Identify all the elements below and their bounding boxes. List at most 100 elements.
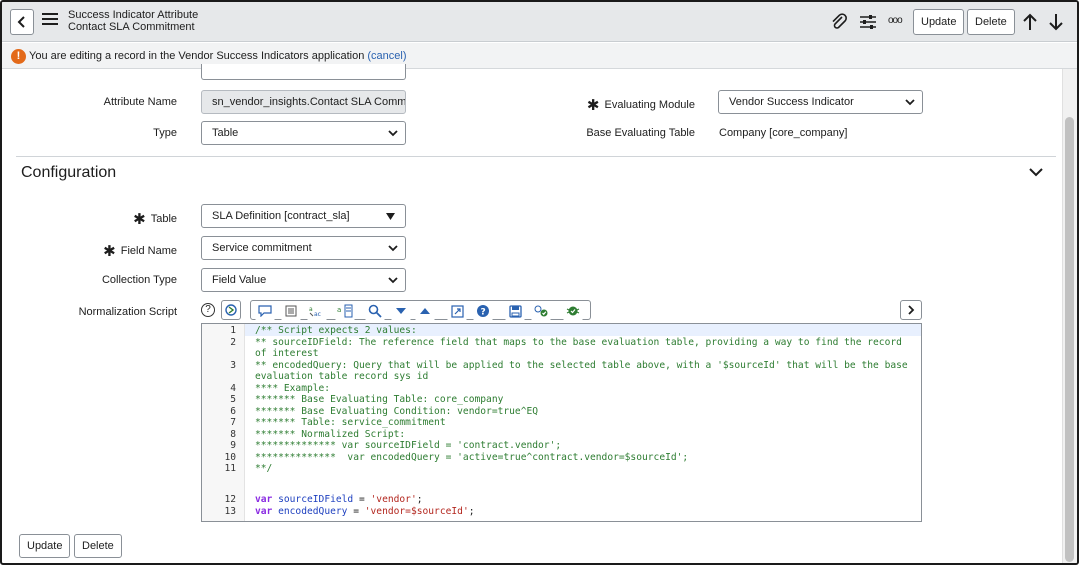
evaluating-module-label: ✱ Evaluating Module [586, 97, 695, 114]
arrow-down-icon[interactable] [1049, 13, 1063, 31]
code-text: evaluation table record sys id [255, 371, 429, 382]
search-button[interactable] [365, 301, 385, 321]
replace-all-icon: a [337, 304, 353, 318]
attribute-name-label: Attribute Name [103, 96, 177, 108]
comment-button[interactable] [255, 301, 275, 321]
chevron-down-icon [388, 277, 398, 284]
script-help-button[interactable]: ? [473, 301, 493, 321]
line-number: 2 [230, 336, 236, 348]
script-debugger-button[interactable] [531, 301, 551, 321]
banner-text: You are editing a record in the Vendor S… [29, 50, 365, 62]
footer-delete-button[interactable]: Delete [74, 534, 122, 558]
code-text: **/ [255, 463, 273, 474]
script-editor[interactable]: 1 /** Script expects 2 values: 2 ** sourceI… [201, 323, 922, 522]
fullscreen-button[interactable] [447, 301, 467, 321]
arrow-up-icon[interactable] [1023, 13, 1037, 31]
record-header: Success Indicator Attribute Contact SLA … [2, 2, 1077, 42]
code-text: ******* Base Evaluating Condition: vendo… [255, 405, 539, 417]
line-number: 1 [230, 325, 236, 336]
svg-text:ac: ac [314, 311, 321, 317]
header-update-button[interactable]: Update [913, 9, 965, 35]
format-code-icon [285, 305, 297, 317]
header-delete-button[interactable]: Delete [967, 9, 1015, 35]
cancel-link[interactable]: (cancel) [367, 50, 406, 62]
line-number: 5 [230, 394, 236, 405]
section-divider [16, 156, 1056, 157]
field-name-label: ✱ Field Name [103, 243, 177, 260]
record-title-line2: Contact SLA Commitment [68, 21, 195, 33]
attribute-name-field: sn_vendor_insights.Contact SLA Commitme [201, 90, 406, 114]
line-number: 3 [230, 359, 236, 371]
caret-down-icon [386, 213, 395, 220]
syntax-refresh-icon [225, 304, 237, 316]
chevron-right-icon [908, 305, 915, 315]
more-options-icon[interactable]: ooo [888, 15, 903, 26]
find-previous-button[interactable] [415, 301, 435, 321]
base-evaluating-table-value: Company [core_company] [719, 127, 848, 139]
line-number: 10 [224, 451, 236, 463]
expand-icon [450, 304, 464, 318]
type-label: Type [153, 127, 177, 139]
bug-check-icon [566, 306, 580, 316]
collection-type-select[interactable]: Field Value [201, 268, 406, 292]
question-circle-icon: ? [477, 305, 489, 318]
line-number: 9 [230, 440, 236, 451]
required-asterisk-icon: ✱ [103, 243, 116, 260]
paperclip-icon[interactable] [830, 13, 848, 31]
format-code-button[interactable] [281, 301, 301, 321]
base-evaluating-table-label: Base Evaluating Table [586, 127, 695, 139]
svg-text:a: a [309, 306, 313, 313]
code-text: ******* Table: service_commitment [255, 417, 446, 428]
search-icon [368, 304, 382, 318]
footer-update-button[interactable]: Update [19, 534, 71, 558]
collection-type-label: Collection Type [101, 274, 177, 286]
line-number: 7 [230, 417, 236, 428]
info-banner: ! You are editing a record in the Vendor… [2, 43, 1077, 69]
normalization-script-label: Normalization Script [78, 306, 177, 318]
line-number: 13 [224, 506, 236, 517]
save-script-button[interactable] [505, 301, 525, 321]
debug-icon [534, 305, 548, 317]
table-label: ✱ Table [133, 211, 177, 228]
help-icon[interactable]: ? [201, 303, 215, 317]
replace-icon: aac [309, 306, 321, 317]
line-number: 12 [224, 494, 236, 505]
menu-icon[interactable] [42, 13, 58, 27]
type-select[interactable]: Table [201, 121, 406, 145]
line-number: 11 [224, 463, 236, 474]
replace-button[interactable]: a ac [307, 301, 327, 321]
chevron-left-icon [17, 16, 25, 28]
save-icon [508, 304, 522, 318]
replace-all-button[interactable]: a [335, 301, 355, 321]
code-text: ** encodedQuery: Query that will be appl… [255, 359, 908, 371]
evaluating-module-value: Vendor Success Indicator [729, 96, 854, 108]
code-text: **** Example: [255, 382, 331, 394]
code-text: ******* Normalized Script: [255, 428, 406, 440]
back-button[interactable] [10, 9, 34, 35]
line-number: 8 [230, 428, 236, 440]
required-asterisk-icon: ✱ [586, 97, 600, 114]
svg-text:a: a [337, 306, 341, 314]
linting-button[interactable] [563, 301, 583, 321]
scrolled-field-partial [201, 64, 406, 80]
record-title-line1: Success Indicator Attribute [68, 9, 199, 21]
settings-sliders-icon[interactable] [859, 13, 877, 31]
table-value: SLA Definition [contract_sla] [212, 210, 350, 222]
chevron-down-icon[interactable] [1028, 166, 1044, 178]
configuration-section-title: Configuration [21, 164, 117, 181]
record-title: Success Indicator Attribute Contact SLA … [68, 9, 198, 33]
collection-type-value: Field Value [212, 274, 267, 286]
svg-text:?: ? [481, 308, 486, 318]
expand-toolbar-button[interactable] [900, 300, 922, 320]
code-text: ************** var encodedQuery = 'activ… [255, 451, 689, 463]
field-name-select[interactable]: Service commitment [201, 236, 406, 260]
chevron-down-icon [388, 130, 398, 137]
required-asterisk-icon: ✱ [133, 211, 146, 228]
evaluating-module-select[interactable]: Vendor Success Indicator [718, 90, 923, 114]
toggle-syntax-button[interactable] [221, 300, 241, 320]
find-next-button[interactable] [391, 301, 411, 321]
chevron-down-icon [905, 99, 915, 106]
line-number: 4 [230, 382, 236, 394]
scrollbar-thumb[interactable] [1065, 117, 1074, 562]
table-reference-field[interactable]: SLA Definition [contract_sla] [201, 204, 406, 228]
